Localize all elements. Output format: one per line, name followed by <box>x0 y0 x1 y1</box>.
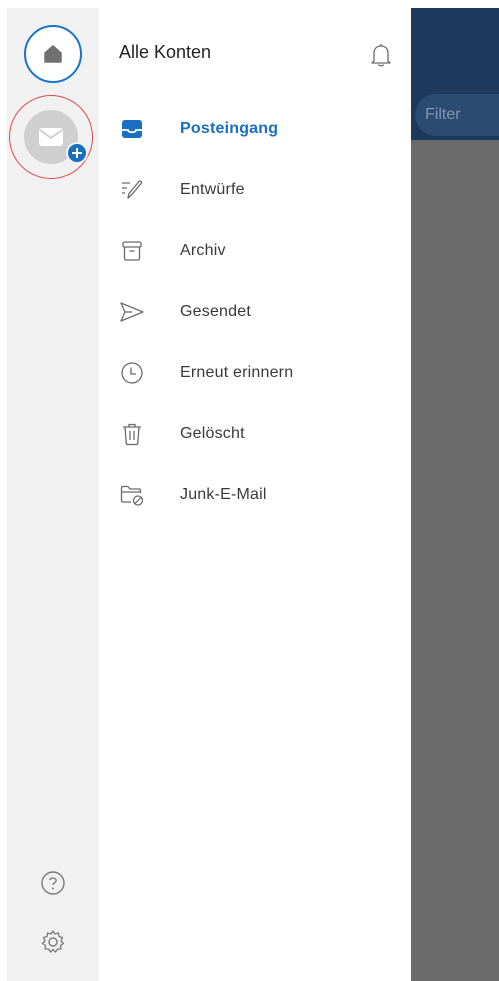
folder-label: Gesendet <box>180 302 251 320</box>
folder-geloescht[interactable]: Gelöscht <box>99 403 411 464</box>
folder-label: Entwürfe <box>180 180 245 198</box>
folder-label: Archiv <box>180 241 226 259</box>
folder-posteingang[interactable]: Posteingang <box>99 98 411 159</box>
gear-icon <box>41 930 65 953</box>
help-button[interactable] <box>38 868 68 898</box>
folder-junk-e-mail[interactable]: Junk-E-Mail <box>99 464 411 525</box>
help-icon <box>41 871 65 895</box>
plus-icon <box>66 142 88 164</box>
account-rail <box>7 8 99 981</box>
drawer-title: Alle Konten <box>119 42 212 62</box>
folder-drawer: Alle Konten Posteingang Entwürfe Archiv … <box>99 8 411 981</box>
home-icon <box>44 45 62 63</box>
filter-button: Filter <box>415 94 499 136</box>
clock-icon <box>119 360 145 386</box>
folder-erneut-erinnern[interactable]: Erneut erinnern <box>99 342 411 403</box>
folder-archiv[interactable]: Archiv <box>99 220 411 281</box>
inbox-icon <box>119 116 145 142</box>
trash-icon <box>119 421 145 447</box>
folder-label: Erneut erinnern <box>180 363 294 381</box>
bell-icon <box>371 44 391 67</box>
folder-entwuerfe[interactable]: Entwürfe <box>99 159 411 220</box>
add-account-button[interactable] <box>24 110 88 164</box>
draft-pencil-icon <box>119 177 145 203</box>
folder-label: Gelöscht <box>180 424 245 442</box>
folder-label: Posteingang <box>180 119 279 137</box>
mail-add-icon <box>39 128 63 146</box>
all-accounts-home-button[interactable] <box>24 25 82 83</box>
notifications-button[interactable] <box>369 42 393 68</box>
archive-icon <box>119 238 145 264</box>
folder-gesendet[interactable]: Gesendet <box>99 281 411 342</box>
settings-button[interactable] <box>38 927 68 957</box>
junk-folder-icon <box>119 482 145 508</box>
send-icon <box>119 299 145 325</box>
folder-label: Junk-E-Mail <box>180 485 267 503</box>
background-overlay[interactable]: Filter <box>411 8 499 981</box>
